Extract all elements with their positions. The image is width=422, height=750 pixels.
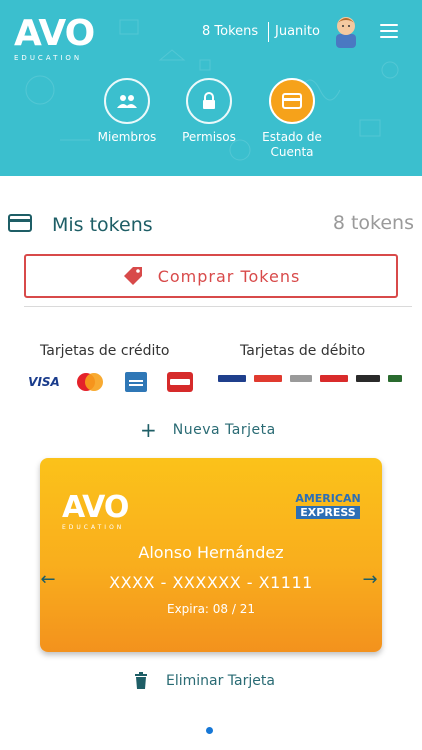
delete-card-label: Eliminar Tarjeta [166, 673, 275, 689]
header-separator [268, 22, 269, 42]
mastercard-logo-icon [77, 373, 103, 391]
logo-subtext: EDUCATION [14, 54, 83, 62]
ixe-logo-icon [388, 374, 402, 382]
buy-tokens-button[interactable]: Comprar Tokens [24, 254, 398, 298]
nav-label-estado-de-cuenta: Estado de Cuenta [262, 130, 322, 159]
amex-logo-icon [125, 372, 147, 392]
card-logo-text: AVO [62, 490, 129, 525]
card-avo-logo: AVO EDUCATION [62, 490, 129, 532]
card-number: XXXX - XXXXXX - X1111 [109, 573, 313, 592]
app-header: AVO EDUCATION 8 Tokens Juanito Miembros … [0, 0, 422, 176]
tokens-section-header: Mis tokens 8 tokens [8, 208, 414, 240]
nav-label-miembros: Miembros [97, 130, 157, 144]
credit-cards-header: Tarjetas de crédito [40, 343, 170, 359]
header-tokens: 8 Tokens [202, 24, 259, 39]
card-expiry: Expira: 08 / 21 [167, 602, 255, 616]
debit-cards-header: Tarjetas de débito [240, 343, 366, 359]
carnet-logo-icon [167, 372, 193, 392]
logo-text: AVO [14, 13, 95, 54]
section-title: Mis tokens [52, 214, 153, 236]
credit-card-icon [8, 214, 32, 232]
user-name[interactable]: Juanito [275, 24, 320, 39]
inbursa-logo-icon [356, 374, 380, 382]
banamex-logo-icon [218, 374, 246, 382]
card-holder-name: Alonso Hernández [138, 543, 284, 562]
nav-item-miembros[interactable]: Miembros [82, 78, 172, 145]
tokens-count: 8 tokens [332, 212, 414, 234]
hamburger-menu-icon[interactable] [380, 24, 398, 38]
nav-item-permisos[interactable]: Permisos [164, 78, 254, 145]
trash-icon [135, 672, 147, 689]
buy-tokens-label: Comprar Tokens [157, 266, 301, 286]
nav-label-permisos: Permisos [182, 130, 236, 144]
card-logo-subtext: EDUCATION [62, 524, 125, 531]
add-card-button[interactable]: + Nueva Tarjeta [140, 418, 276, 442]
scotiabank-logo-icon [320, 374, 348, 382]
credit-card-carousel-item[interactable]: AVO EDUCATION AMERICAN EXPRESS Alonso He… [40, 458, 382, 652]
avatar[interactable] [332, 12, 360, 48]
hsbc-logo-icon [290, 374, 312, 382]
amex-logo-icon: AMERICAN EXPRESS [290, 492, 366, 519]
arrow-right-icon[interactable]: → [360, 570, 380, 590]
amex-line-2: EXPRESS [296, 506, 360, 519]
people-icon [104, 78, 150, 124]
carousel-page-indicator[interactable] [206, 727, 213, 734]
delete-card-button[interactable]: Eliminar Tarjeta [134, 670, 275, 692]
credit-card-icon [269, 78, 315, 124]
add-card-label: Nueva Tarjeta [172, 422, 276, 438]
santander-logo-icon [254, 374, 282, 382]
visa-logo-icon: VISA [28, 375, 60, 389]
amex-line-1: AMERICAN [295, 492, 361, 505]
avo-logo: AVO EDUCATION [14, 13, 100, 63]
nav-item-estado-de-cuenta[interactable]: Estado de Cuenta [247, 78, 337, 160]
arrow-left-icon[interactable]: ← [38, 570, 58, 590]
tag-icon [123, 267, 142, 285]
plus-icon: + [140, 418, 157, 442]
lock-icon [186, 78, 232, 124]
divider [24, 306, 412, 307]
debit-bank-logos [218, 372, 402, 384]
